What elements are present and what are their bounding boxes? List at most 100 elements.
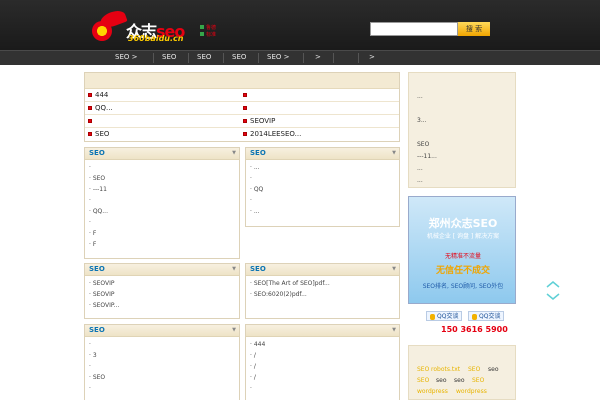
sidebar-line[interactable]: 3...	[417, 117, 427, 124]
nav-item[interactable]: >	[315, 53, 321, 61]
list-item[interactable]: · QQ...	[89, 206, 235, 217]
badge-dot-icon	[200, 25, 204, 29]
site-header: 众志seo 360baidu.cn 鲁德 标准 搜 索	[0, 0, 600, 50]
list-item[interactable]: · /	[250, 361, 395, 372]
qq-chat-button[interactable]: QQ交谈	[468, 311, 505, 321]
badge-dot-icon	[200, 32, 204, 36]
search-button[interactable]: 搜 索	[458, 22, 490, 36]
tag-link[interactable]: SEO	[417, 377, 429, 384]
list-item[interactable]: · 3	[89, 350, 235, 361]
list-item[interactable]: SEO	[88, 128, 109, 140]
ad-line: SEO排名, SEO顾问, SEO外包	[422, 283, 504, 290]
phone-number: 150 3616 5900	[441, 325, 508, 334]
list-item[interactable]: 2014LEESEO...	[243, 128, 301, 140]
more-arrow-icon[interactable]: ▼	[232, 150, 236, 156]
list-item[interactable]: · ---11	[89, 184, 235, 195]
nav-divider	[358, 53, 359, 63]
list-item[interactable]: ·	[89, 361, 235, 372]
more-arrow-icon[interactable]: ▼	[232, 266, 236, 272]
more-arrow-icon[interactable]: ▼	[392, 150, 396, 156]
panel-header: SEO ▼	[85, 148, 239, 160]
list-item[interactable]	[243, 89, 250, 101]
list-item[interactable]: · ...	[250, 206, 395, 217]
list-item[interactable]: ·	[89, 339, 235, 350]
list-item[interactable]: · ...	[250, 162, 395, 173]
list-item[interactable]: · SEO	[89, 173, 235, 184]
list-item[interactable]: · SEO	[89, 372, 235, 383]
panel-header: SEO ▼	[85, 264, 239, 276]
list-item[interactable]: ·	[89, 383, 235, 394]
bullet-icon	[243, 119, 247, 123]
main-nav: SEO > SEO SEO SEO SEO > > >	[0, 50, 600, 65]
list-item[interactable]	[88, 115, 95, 127]
tag-link[interactable]: wordpress	[417, 388, 448, 395]
nav-divider	[153, 53, 154, 63]
tag-link[interactable]: SEO	[417, 366, 429, 373]
panel-title[interactable]: SEO	[89, 326, 105, 334]
list-item[interactable]: ·	[89, 195, 235, 206]
more-arrow-icon[interactable]: ▼	[392, 266, 396, 272]
tag-link[interactable]: seo	[436, 377, 447, 384]
tag-link[interactable]: SEO	[468, 366, 480, 373]
list-item[interactable]: · QQ	[250, 184, 395, 195]
search-input[interactable]	[370, 22, 458, 36]
panel-header: ▼	[246, 325, 399, 337]
panel-title[interactable]: SEO	[250, 149, 266, 157]
panel-header: SEO ▼	[85, 325, 239, 337]
tag-link[interactable]: SEO	[472, 377, 484, 384]
list-item[interactable]: · /	[250, 372, 395, 383]
sidebar-line[interactable]: ...	[417, 177, 423, 184]
logo-domain: 360baidu.cn	[128, 34, 184, 43]
more-arrow-icon[interactable]: ▼	[232, 327, 236, 333]
list-item[interactable]: QQ...	[88, 102, 113, 114]
more-arrow-icon[interactable]: ▼	[392, 327, 396, 333]
list-item[interactable]	[243, 102, 250, 114]
list-item[interactable]: · F	[89, 239, 235, 250]
tag-link[interactable]: robots.txt	[431, 366, 460, 373]
nav-item[interactable]: SEO >	[267, 53, 289, 61]
list-item[interactable]: ·	[89, 162, 235, 173]
sidebar-line[interactable]: SEO	[417, 141, 429, 148]
list-item[interactable]: ·	[89, 217, 235, 228]
scroll-up-icon[interactable]	[545, 279, 561, 289]
sidebar-line[interactable]: ...	[417, 93, 423, 100]
list-item[interactable]: · SEOVIP	[89, 289, 235, 300]
nav-item[interactable]: SEO	[197, 53, 211, 61]
list-item[interactable]: · SEOVIP...	[89, 300, 235, 311]
bullet-icon	[88, 132, 92, 136]
list-item[interactable]: · 444	[250, 339, 395, 350]
list-item[interactable]: · F	[89, 228, 235, 239]
ad-line: 无信任不成交	[435, 266, 490, 276]
tag-link[interactable]: seo	[454, 377, 465, 384]
bullet-icon	[88, 93, 92, 97]
panel-title[interactable]: SEO	[89, 149, 105, 157]
list-item[interactable]: 444	[88, 89, 108, 101]
tag-link[interactable]: seo	[488, 366, 499, 373]
site-logo[interactable]: 众志seo 360baidu.cn	[88, 7, 188, 46]
qq-chat-button[interactable]: QQ交谈	[426, 311, 463, 321]
category-panel: SEO ▼ · SEO[The Art of SEO]pdf... · SEO:…	[245, 263, 400, 319]
panel-title[interactable]: SEO	[250, 265, 266, 273]
list-item[interactable]: ·	[250, 173, 395, 184]
latest-articles: 444 QQ... SEO SEOVIP 2014LEESEO...	[84, 72, 400, 142]
qq-penguin-icon	[430, 313, 435, 320]
divider	[85, 127, 399, 128]
ad-title: 郑州众志SEO	[428, 217, 498, 230]
sidebar-line[interactable]: ---11...	[417, 153, 437, 160]
panel-title[interactable]: SEO	[89, 265, 105, 273]
scroll-down-icon[interactable]	[545, 292, 561, 302]
nav-item[interactable]: SEO	[232, 53, 246, 61]
list-item[interactable]: · SEOVIP	[89, 278, 235, 289]
list-item[interactable]: ·	[250, 383, 395, 394]
list-item[interactable]: ·	[250, 195, 395, 206]
nav-item[interactable]: >	[369, 53, 375, 61]
list-item[interactable]: · /	[250, 350, 395, 361]
list-item[interactable]: · SEO:6020(2)pdf...	[250, 289, 395, 300]
nav-item[interactable]: SEO >	[115, 53, 137, 61]
list-item[interactable]: · SEO[The Art of SEO]pdf...	[250, 278, 395, 289]
promo-banner[interactable]: 郑州众志SEO 机械企业 [ 询盘 ] 解决方案 无精准不流量 无信任不成交 S…	[408, 196, 516, 304]
sidebar-line[interactable]: ...	[417, 165, 423, 172]
nav-item[interactable]: SEO	[162, 53, 176, 61]
list-item[interactable]: SEOVIP	[243, 115, 275, 127]
tag-link[interactable]: wordpress	[456, 388, 487, 395]
